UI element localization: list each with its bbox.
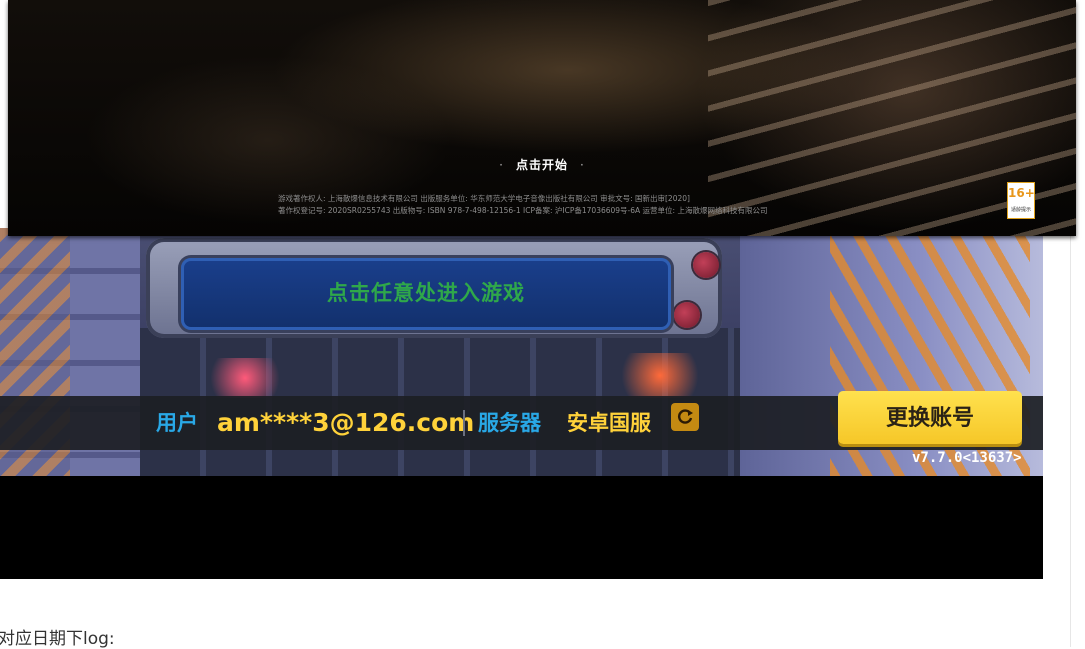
log-caption: 对应日期下log:: [0, 629, 115, 649]
game-login-screenshot: 点击任意处进入游戏 用户 am****3@126.com 服务器 安卓国服 更换…: [0, 228, 1043, 476]
switch-account-label: 更换账号: [885, 405, 974, 430]
enter-game-label: 点击任意处进入游戏: [327, 282, 525, 305]
dot-right: ·: [580, 158, 585, 172]
user-label: 用户: [156, 411, 198, 435]
separator: [463, 410, 465, 436]
tap-to-start[interactable]: · 点击开始 ·: [8, 156, 1076, 173]
server-value: 安卓国服: [567, 411, 651, 435]
orange-light: [610, 353, 710, 398]
tap-to-start-label: 点击开始: [515, 158, 568, 172]
red-knob-icon: [674, 302, 700, 328]
legal-line-1: 游戏著作权人: 上海散爆信息技术有限公司 出版服务单位: 华东师范大学电子音像出…: [278, 194, 690, 203]
splash-screenshot[interactable]: · 点击开始 · 游戏著作权人: 上海散爆信息技术有限公司 出版服务单位: 华东师范…: [8, 0, 1076, 236]
black-band: [0, 476, 1043, 579]
dot-left: ·: [499, 158, 504, 172]
red-knob-icon: [693, 252, 719, 278]
red-light: [200, 358, 290, 398]
legal-info: 游戏著作权人: 上海散爆信息技术有限公司 出版服务单位: 华东师范大学电子音像出…: [278, 193, 838, 217]
change-server-button[interactable]: [671, 403, 699, 431]
user-account-value: am****3@126.com: [217, 408, 475, 437]
server-label: 服务器: [478, 411, 541, 435]
switch-account-button[interactable]: 更换账号: [838, 391, 1022, 444]
age-rating-tag: 适龄提示: [1010, 207, 1031, 213]
legal-line-2: 著作权登记号: 2020SR0255743 出版物号: ISBN 978-7-4…: [278, 206, 768, 215]
version-label: v7.7.0<13637>: [912, 450, 1022, 466]
age-rating-badge: 16+ 适龄提示: [1007, 182, 1035, 219]
refresh-icon: [678, 409, 693, 424]
age-rating-value: 16+: [1008, 186, 1035, 200]
enter-game-button[interactable]: 点击任意处进入游戏: [181, 258, 671, 330]
